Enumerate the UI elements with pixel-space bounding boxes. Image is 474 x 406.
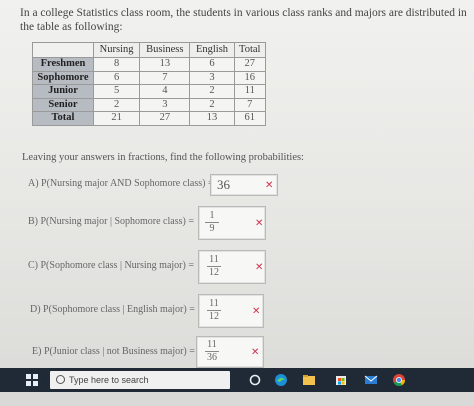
table-cell: 61 [233, 111, 267, 126]
table-cell: 7 [139, 70, 191, 85]
denominator: 9 [209, 223, 215, 234]
store-icon[interactable] [334, 373, 348, 387]
table-cell: 2 [92, 97, 141, 112]
answer-b-input[interactable]: 1 9 ✕ [198, 206, 266, 240]
header-business: Business [139, 42, 191, 58]
mail-icon[interactable] [364, 373, 378, 387]
answer-c-input[interactable]: 11 12 ✕ [198, 250, 266, 284]
header-english: English [189, 42, 235, 58]
file-explorer-icon[interactable] [302, 373, 316, 387]
answer-e-input[interactable]: 11 36 ✕ [196, 336, 264, 368]
taskbar-search-box[interactable]: Type here to search [50, 371, 230, 389]
denominator: 36 [207, 352, 217, 363]
table-cell: 3 [189, 70, 235, 85]
table-corner [32, 42, 94, 58]
monitor-bezel [0, 392, 474, 406]
answer-d-input[interactable]: 11 12 ✕ [198, 294, 264, 328]
incorrect-icon: ✕ [255, 218, 264, 229]
answer-b-fraction: 1 9 [205, 211, 219, 234]
class-major-table: Nursing Business English Total Freshmen … [32, 42, 267, 126]
table-cell: 13 [139, 57, 191, 72]
answer-c-fraction: 11 12 [207, 255, 221, 278]
table-header-row: Nursing Business English Total [32, 42, 267, 58]
row-label: Senior [32, 97, 94, 112]
row-label: Freshmen [32, 57, 94, 72]
table-cell: 3 [139, 97, 191, 112]
windows-start-icon[interactable] [26, 374, 38, 386]
table-cell: 7 [233, 97, 267, 112]
denominator: 12 [209, 311, 219, 322]
table-cell: 2 [189, 84, 235, 99]
chrome-icon[interactable] [392, 373, 406, 387]
table-cell: 6 [92, 70, 141, 85]
answer-e-fraction: 11 36 [205, 340, 219, 363]
incorrect-icon: ✕ [265, 180, 274, 191]
table-row: Sophomore 6 7 3 16 [32, 70, 267, 85]
question-c-label: C) P(Sophomore class | Nursing major) = [28, 260, 194, 271]
problem-intro: In a college Statistics class room, the … [20, 7, 467, 33]
table-cell: 4 [139, 84, 191, 99]
question-e-label: E) P(Junior class | not Business major) … [32, 346, 195, 357]
incorrect-icon: ✕ [251, 347, 260, 358]
table-row: Senior 2 3 2 7 [32, 97, 267, 112]
table-cell: 21 [92, 111, 141, 126]
table-row: Junior 5 4 2 11 [32, 84, 267, 99]
row-label: Sophomore [32, 70, 94, 85]
task-view-icon[interactable] [248, 373, 262, 387]
row-label: Junior [32, 84, 94, 99]
table-cell: 5 [92, 84, 141, 99]
search-placeholder: Type here to search [69, 375, 149, 385]
table-cell: 16 [233, 70, 267, 85]
instructions: Leaving your answers in fractions, find … [22, 152, 304, 163]
numerator: 1 [209, 210, 215, 221]
screen: In a college Statistics class room, the … [0, 0, 474, 368]
numerator: 11 [209, 254, 219, 265]
answer-a-input[interactable]: 36 ✕ [210, 174, 278, 196]
table-row: Total 21 27 13 61 [32, 111, 267, 126]
denominator: 12 [209, 267, 219, 278]
table-cell: 11 [233, 84, 267, 99]
incorrect-icon: ✕ [255, 262, 264, 273]
row-label: Total [32, 111, 94, 126]
edge-browser-icon[interactable] [274, 373, 288, 387]
table-cell: 8 [92, 57, 141, 72]
windows-taskbar: Type here to search [0, 368, 474, 392]
incorrect-icon: ✕ [252, 306, 261, 317]
answer-d-fraction: 11 12 [207, 299, 221, 322]
table-cell: 27 [139, 111, 191, 126]
table-cell: 27 [233, 57, 267, 72]
question-d-label: D) P(Sophomore class | English major) = [30, 304, 195, 315]
header-total: Total [233, 42, 267, 58]
numerator: 11 [209, 298, 219, 309]
answer-a-value: 36 [217, 177, 230, 192]
table-cell: 13 [189, 111, 235, 126]
table-cell: 6 [189, 57, 235, 72]
numerator: 11 [207, 339, 217, 350]
table-row: Freshmen 8 13 6 27 [32, 57, 267, 72]
table-cell: 2 [189, 97, 235, 112]
search-icon [56, 375, 65, 384]
question-a-label: A) P(Nursing major AND Sophomore class) … [28, 178, 214, 189]
question-b-label: B) P(Nursing major | Sophomore class) = [28, 216, 194, 227]
header-nursing: Nursing [92, 42, 141, 58]
